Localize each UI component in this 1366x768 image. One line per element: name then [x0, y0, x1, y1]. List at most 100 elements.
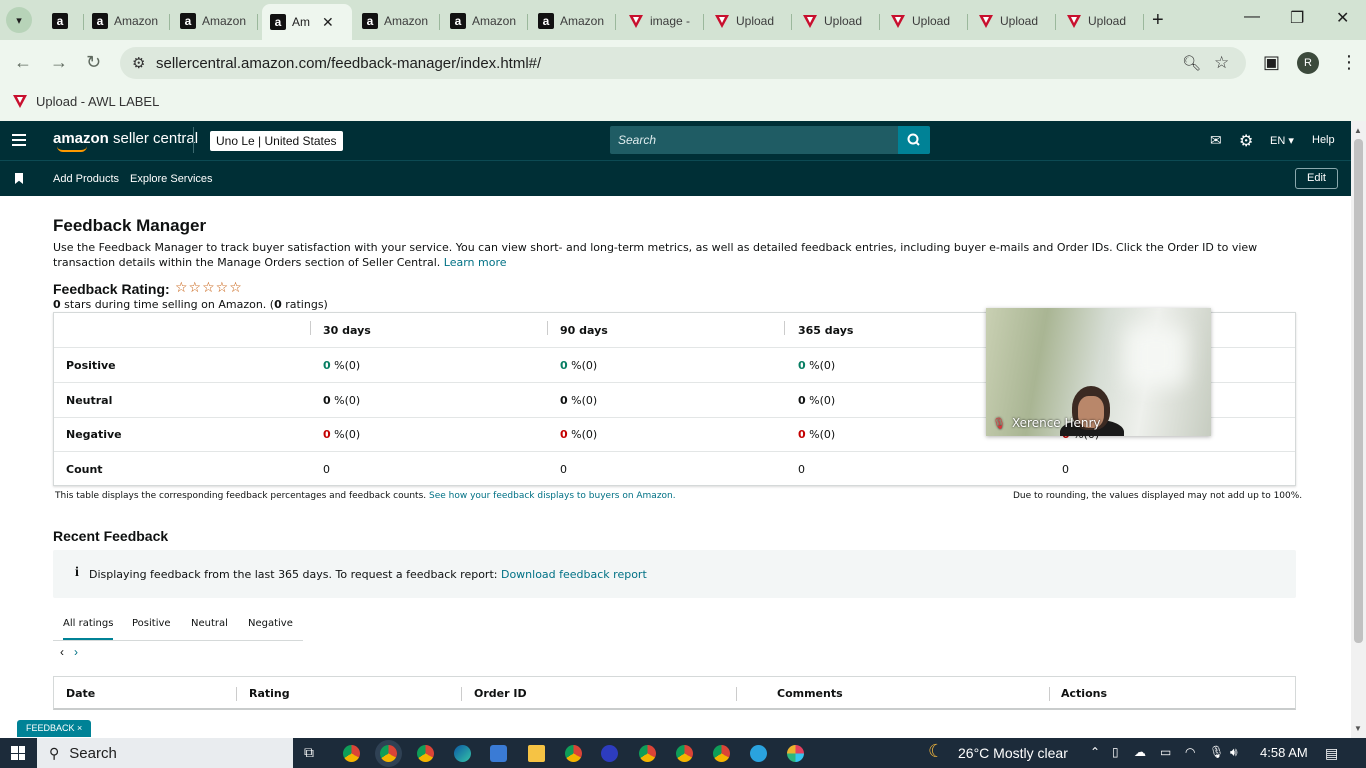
bookmark-upload-awl[interactable]: Upload - AWL LABEL — [12, 93, 159, 109]
settings-gear-icon[interactable]: ⚙ — [1239, 131, 1253, 151]
account-switcher[interactable]: Uno Le | United States — [210, 131, 343, 151]
nav-explore-services[interactable]: Explore Services — [130, 173, 213, 185]
prev-page-icon[interactable]: ‹ — [60, 645, 64, 659]
tab-all-ratings[interactable]: All ratings — [63, 618, 114, 640]
zoom-app-icon[interactable] — [601, 745, 618, 762]
tab-neutral[interactable]: Neutral — [191, 618, 228, 629]
language-selector[interactable]: EN ▾ — [1270, 134, 1294, 147]
amazon-icon: a — [92, 13, 108, 29]
weather-icon[interactable]: ☾ — [928, 741, 944, 762]
bookmark-star-icon[interactable]: ☆ — [1214, 53, 1229, 73]
slack-app-icon[interactable] — [787, 745, 804, 762]
feedback-badge[interactable]: FEEDBACK × — [17, 720, 92, 737]
seller-central-logo[interactable]: amazon seller central — [53, 130, 198, 152]
address-bar[interactable]: ⚙ sellercentral.amazon.com/feedback-mana… — [120, 47, 1246, 79]
v-logo-icon — [979, 15, 993, 28]
help-link[interactable]: Help — [1312, 134, 1335, 146]
edit-nav-button[interactable]: Edit — [1295, 168, 1338, 189]
nav-add-products[interactable]: Add Products — [53, 173, 119, 185]
restore-icon[interactable]: ❐ — [1290, 8, 1304, 28]
battery-icon[interactable]: ▭ — [1160, 745, 1171, 759]
notification-icon[interactable]: ▤ — [1325, 745, 1338, 762]
tab-positive[interactable]: Positive — [132, 618, 171, 629]
rating-filter-tabs: All ratings Positive Neutral Negative — [53, 609, 303, 641]
edge-app-icon[interactable] — [454, 745, 471, 762]
chrome-app-icon[interactable] — [676, 745, 693, 762]
col-rating[interactable]: Rating — [249, 687, 290, 700]
task-view-icon[interactable]: ⧉ — [304, 744, 314, 761]
chrome-app-icon[interactable] — [713, 745, 730, 762]
forward-icon[interactable]: → — [50, 52, 68, 73]
search-input[interactable] — [610, 126, 898, 154]
mic-muted-icon: 🎙︎ — [992, 416, 1006, 430]
page-scrollbar[interactable]: ▲ ▼ — [1351, 121, 1366, 738]
wifi-icon[interactable]: ◠ — [1185, 745, 1195, 759]
onedrive-icon[interactable]: ☁ — [1134, 745, 1146, 759]
hamburger-menu-icon[interactable] — [12, 134, 26, 149]
browser-tab[interactable]: Upload — [882, 6, 968, 36]
tab-label: Upload — [912, 14, 951, 28]
chrome-app-icon[interactable] — [380, 745, 397, 762]
scrollbar-thumb[interactable] — [1354, 139, 1363, 643]
chrome-app-icon[interactable] — [639, 745, 656, 762]
tab-negative[interactable]: Negative — [248, 618, 293, 629]
download-report-link[interactable]: Download feedback report — [501, 568, 647, 581]
recent-feedback-title: Recent Feedback — [53, 528, 169, 544]
browser-tab[interactable]: a Amazon — [172, 6, 258, 36]
browser-tab[interactable]: a Am ✕ — [262, 4, 352, 40]
side-panel-icon[interactable]: ▣ — [1263, 52, 1280, 73]
tray-chevron-icon[interactable]: ⌃ — [1090, 745, 1100, 759]
header-divider — [193, 127, 194, 153]
menu-icon[interactable]: ⋮ — [1340, 52, 1358, 73]
col-date[interactable]: Date — [66, 687, 95, 700]
browser-tab[interactable]: Upload — [970, 6, 1056, 36]
url-text[interactable]: sellercentral.amazon.com/feedback-manage… — [156, 55, 541, 72]
col-actions[interactable]: Actions — [1061, 687, 1107, 700]
col-comments[interactable]: Comments — [777, 687, 843, 700]
close-window-icon[interactable]: ✕ — [1336, 8, 1349, 28]
chrome-app-icon[interactable] — [565, 745, 582, 762]
col-order-id[interactable]: Order ID — [474, 687, 527, 700]
browser-tab[interactable]: a Amazon — [442, 6, 528, 36]
browser-tab[interactable]: a Amazon — [354, 6, 440, 36]
browser-tab[interactable]: Upload — [1058, 6, 1144, 36]
bookmark-icon[interactable] — [15, 173, 23, 184]
mail-icon[interactable]: ✉ — [1210, 132, 1222, 149]
minimize-icon[interactable]: — — [1244, 8, 1260, 26]
search-button[interactable] — [898, 126, 930, 154]
table-note-text: This table displays the corresponding fe… — [55, 491, 427, 501]
browser-tab[interactable]: Upload — [706, 6, 792, 36]
tab-close-icon[interactable]: ✕ — [322, 14, 334, 31]
file-explorer-icon[interactable] — [528, 745, 545, 762]
scroll-up-icon[interactable]: ▲ — [1354, 126, 1362, 135]
new-tab-button[interactable]: + — [1152, 9, 1164, 32]
browser-tab[interactable]: a — [44, 6, 84, 36]
next-page-icon[interactable]: › — [74, 645, 78, 659]
browser-tab[interactable]: a Amazon — [84, 6, 170, 36]
volume-icon[interactable]: 🔊︎ — [1230, 745, 1238, 760]
browser-tab[interactable]: a Amazon — [530, 6, 616, 36]
back-icon[interactable]: ← — [14, 52, 32, 73]
video-call-window[interactable]: 🎙︎ Xerence Henry — [986, 308, 1211, 436]
chrome-app-icon[interactable] — [417, 745, 434, 762]
store-app-icon[interactable] — [490, 745, 507, 762]
buyer-display-link[interactable]: See how your feedback displays to buyers… — [429, 491, 676, 501]
tray-app-icon[interactable]: ▯ — [1112, 745, 1119, 759]
microphone-icon[interactable]: 🎙︎ — [1209, 745, 1224, 759]
windows-start-icon[interactable] — [11, 746, 25, 760]
zoom-icon[interactable]: 🔍︎ — [1182, 54, 1201, 72]
scroll-down-icon[interactable]: ▼ — [1354, 724, 1362, 733]
weather-text[interactable]: 26°C Mostly clear — [958, 745, 1068, 761]
site-info-icon[interactable]: ⚙ — [132, 54, 145, 72]
profile-avatar[interactable]: R — [1297, 52, 1319, 74]
taskbar-search[interactable]: ⚲ Search — [37, 738, 293, 768]
tab-search-button[interactable]: ▾ — [6, 7, 32, 33]
telegram-app-icon[interactable] — [750, 745, 767, 762]
reload-icon[interactable]: ↻ — [86, 52, 101, 73]
taskbar-search-icon: ⚲ — [49, 744, 60, 761]
browser-tab[interactable]: image - — [620, 6, 704, 36]
clock-time[interactable]: 4:58 AM — [1260, 745, 1308, 760]
learn-more-link[interactable]: Learn more — [444, 256, 507, 269]
browser-tab[interactable]: Upload — [794, 6, 880, 36]
chrome-app-icon[interactable] — [343, 745, 360, 762]
